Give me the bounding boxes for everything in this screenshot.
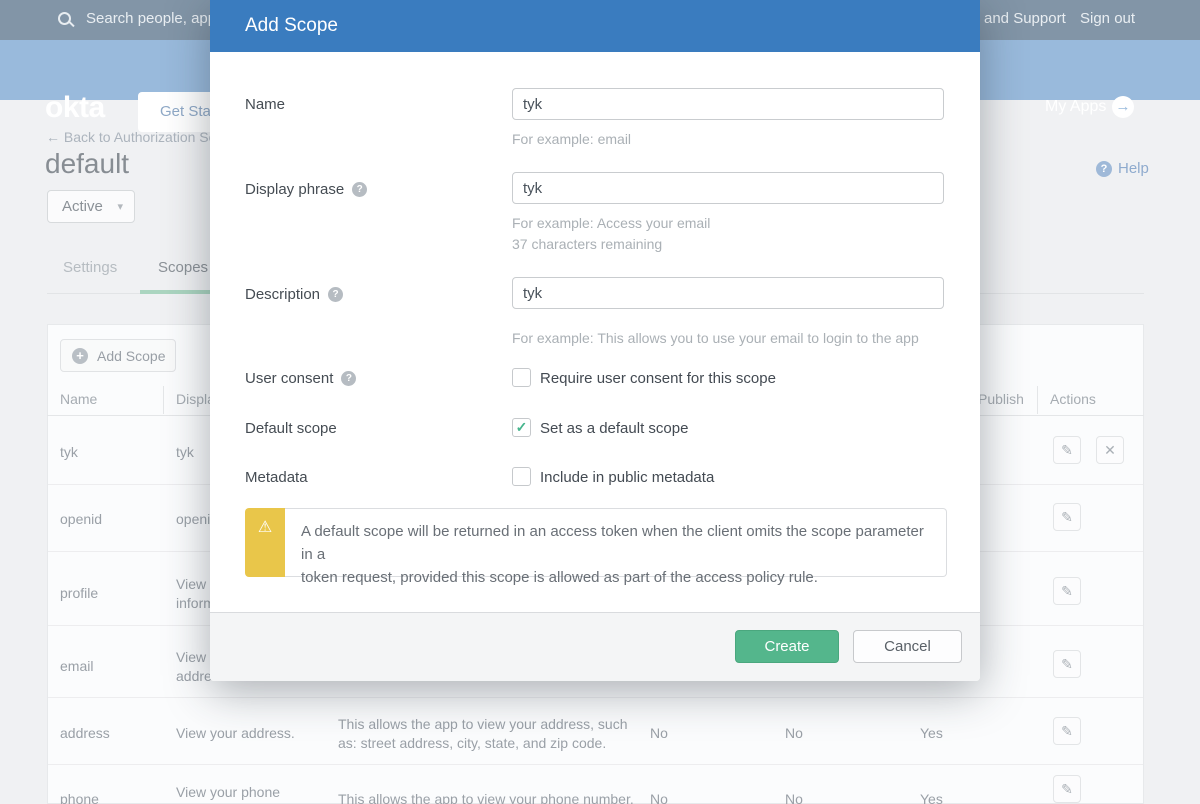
question-icon[interactable]: ? <box>341 371 356 386</box>
row-divider <box>48 697 1143 698</box>
cell-display-line2: addre <box>176 667 212 686</box>
add-scope-button-label: Add Scope <box>97 348 166 364</box>
check-icon: ✓ <box>516 419 528 435</box>
cell-description: This allows the app to view your address… <box>338 715 627 734</box>
help-icon[interactable]: ? <box>1096 161 1112 177</box>
edit-button[interactable]: ✎ <box>1053 717 1081 745</box>
warning-icon: ⚠ <box>245 508 285 577</box>
display-phrase-label-text: Display phrase <box>245 181 344 198</box>
add-scope-modal: Add Scope Name For example: email Displa… <box>210 0 980 681</box>
cell-public: Yes <box>920 724 943 743</box>
column-header-actions: Actions <box>1050 391 1096 407</box>
warning-line2: token request, provided this scope is al… <box>301 566 930 589</box>
add-scope-button[interactable]: + Add Scope <box>60 339 176 372</box>
user-consent-label: User consent ? <box>245 370 356 387</box>
display-phrase-label: Display phrase ? <box>245 181 367 198</box>
edit-button[interactable]: ✎ <box>1053 503 1081 531</box>
column-separator <box>163 386 164 414</box>
metadata-checkbox[interactable] <box>512 467 531 486</box>
cell-name: tyk <box>60 443 78 462</box>
search-input[interactable]: Search people, apps <box>86 10 224 27</box>
cell-description-line2: as: street address, city, state, and zip… <box>338 734 606 753</box>
modal-footer: Create Cancel <box>210 612 980 681</box>
status-dropdown[interactable]: Active ▾ <box>47 190 135 223</box>
column-header-publish: Publish <box>978 391 1024 407</box>
help-link[interactable]: Help <box>1118 160 1149 177</box>
description-helper-text: For example: This allows you to use your… <box>512 330 919 346</box>
name-label: Name <box>245 96 285 113</box>
back-to-authorization-link[interactable]: ← Back to Authorization Se <box>46 129 216 145</box>
display-phrase-field[interactable] <box>512 172 944 204</box>
column-header-name: Name <box>60 391 97 407</box>
cell-display: tyk <box>176 443 194 462</box>
my-apps-link[interactable]: My Apps <box>1045 98 1106 116</box>
pencil-icon: ✎ <box>1061 656 1073 672</box>
cell-consent: No <box>650 724 668 743</box>
cell-name: openid <box>60 510 102 529</box>
row-divider <box>48 764 1143 765</box>
description-label: Description ? <box>245 286 343 303</box>
display-phrase-helper-text: For example: Access your email <box>512 215 710 231</box>
cell-name: email <box>60 657 93 676</box>
default-scope-checkbox[interactable]: ✓ <box>512 418 531 437</box>
cell-display: View your phone <box>176 783 280 802</box>
create-button[interactable]: Create <box>735 630 839 663</box>
default-scope-warning: ⚠ A default scope will be returned in an… <box>245 508 947 577</box>
warning-text: A default scope will be returned in an a… <box>285 508 947 577</box>
metadata-checkbox-label: Include in public metadata <box>540 469 714 486</box>
close-icon: ✕ <box>1104 442 1116 458</box>
cancel-button[interactable]: Cancel <box>853 630 962 663</box>
pencil-icon: ✎ <box>1061 723 1073 739</box>
status-value: Active <box>62 198 103 215</box>
edit-button[interactable]: ✎ <box>1053 775 1081 803</box>
pencil-icon: ✎ <box>1061 781 1073 797</box>
edit-button[interactable]: ✎ <box>1053 436 1081 464</box>
sign-out-link[interactable]: Sign out <box>1080 10 1135 27</box>
plus-icon: + <box>72 348 88 364</box>
user-consent-checkbox-label: Require user consent for this scope <box>540 370 776 387</box>
pencil-icon: ✎ <box>1061 583 1073 599</box>
cell-name: phone <box>60 790 99 804</box>
description-label-text: Description <box>245 286 320 303</box>
characters-remaining-text: 37 characters remaining <box>512 236 662 252</box>
help-and-support-link[interactable]: and Support <box>984 10 1066 27</box>
question-icon[interactable]: ? <box>328 287 343 302</box>
modal-title: Add Scope <box>245 15 338 37</box>
cell-default: No <box>785 790 803 804</box>
cell-public: Yes <box>920 790 943 804</box>
default-scope-label: Default scope <box>245 420 337 437</box>
name-helper-text: For example: email <box>512 131 631 147</box>
okta-logo[interactable]: okta <box>45 91 105 125</box>
chevron-down-icon: ▾ <box>117 200 123 213</box>
column-separator <box>1037 386 1038 414</box>
tab-settings[interactable]: Settings <box>63 259 117 276</box>
pencil-icon: ✎ <box>1061 509 1073 525</box>
warning-line1: A default scope will be returned in an a… <box>301 520 930 566</box>
edit-button[interactable]: ✎ <box>1053 650 1081 678</box>
user-consent-label-text: User consent <box>245 370 333 387</box>
cell-description: This allows the app to view your phone n… <box>338 790 634 804</box>
cell-default: No <box>785 724 803 743</box>
name-field[interactable] <box>512 88 944 120</box>
search-icon <box>58 12 71 25</box>
default-scope-checkbox-label: Set as a default scope <box>540 420 688 437</box>
cell-name: profile <box>60 584 98 603</box>
delete-button[interactable]: ✕ <box>1096 436 1124 464</box>
pencil-icon: ✎ <box>1061 442 1073 458</box>
cell-consent: No <box>650 790 668 804</box>
user-consent-checkbox[interactable] <box>512 368 531 387</box>
edit-button[interactable]: ✎ <box>1053 577 1081 605</box>
okta-admin-screen: Search people, apps and Support Sign out… <box>0 0 1200 804</box>
metadata-label: Metadata <box>245 469 308 486</box>
cell-display: View your address. <box>176 724 295 743</box>
page-title: default <box>45 148 129 180</box>
modal-header: Add Scope <box>210 0 980 52</box>
cell-name: address <box>60 724 110 743</box>
tab-scopes[interactable]: Scopes <box>158 259 208 276</box>
arrow-right-icon[interactable]: → <box>1112 96 1134 118</box>
question-icon[interactable]: ? <box>352 182 367 197</box>
description-field[interactable] <box>512 277 944 309</box>
